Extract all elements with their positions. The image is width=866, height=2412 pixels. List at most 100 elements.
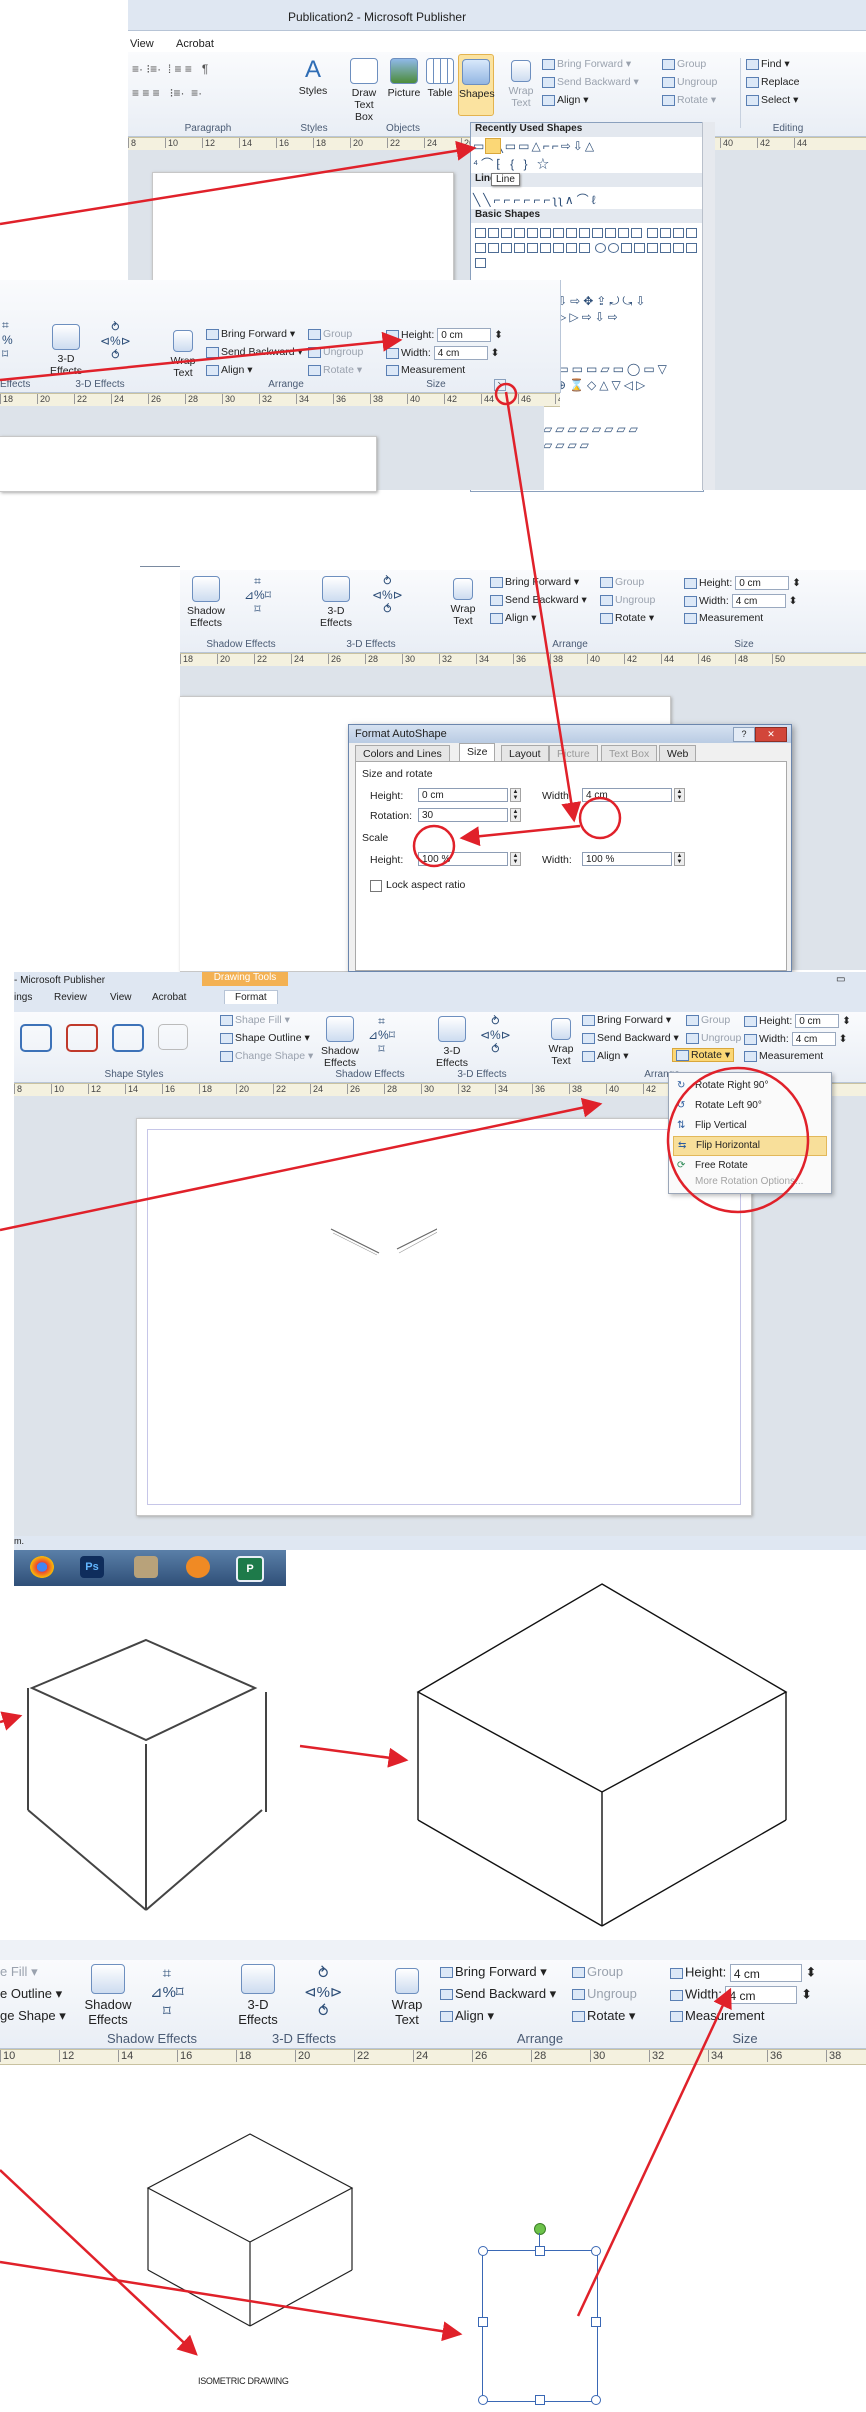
handle-bottom-center[interactable] [535,2395,545,2405]
width-field[interactable]: 4 cm [791,1032,836,1046]
rotate-button[interactable]: Rotate ▾ [572,2008,635,2024]
measurement-button[interactable]: Measurement [684,612,763,624]
table-button[interactable]: Table [424,58,456,99]
bring-forward-button[interactable]: Bring Forward ▾ [542,58,631,70]
width-field[interactable]: 4 cm [433,346,488,360]
publication-page[interactable] [152,172,454,294]
group-button[interactable]: Group [600,576,644,588]
tab-review[interactable]: Review [54,992,87,1003]
paragraph-controls-2[interactable]: ≡ ≡ ≡ ⁝≡· ≡· [132,86,202,100]
align-button[interactable]: Align ▾ [542,94,589,106]
3d-effects-button[interactable]: 3-D Effects [46,324,86,377]
ungroup-button[interactable]: Ungroup [686,1032,741,1044]
photoshop-icon[interactable]: Ps [80,1556,104,1578]
change-shape-button[interactable]: ge Shape ▾ [0,2008,66,2024]
send-backward-button[interactable]: Send Backward ▾ [490,594,587,606]
lines-row[interactable]: ╲╲⌐⌐⌐⌐⌐⌐ʅʅ∧⌒ℓ [473,191,599,208]
measurement-button[interactable]: Measurement [670,2008,764,2023]
measurement-button[interactable]: Measurement [744,1050,823,1062]
group-button[interactable]: Group [572,1964,623,1979]
handle-bottom-right[interactable] [591,2395,601,2405]
ungroup-button[interactable]: Ungroup [308,346,363,358]
group-button[interactable]: Group [308,328,352,340]
tab-text-box[interactable]: Text Box [601,745,658,762]
width-control[interactable]: Width: 4 cm ⬍ [670,1986,812,2004]
width-control[interactable]: Width: 4 cm ⬍ [684,594,797,608]
height-control[interactable]: Height: 4 cm ⬍ [670,1964,816,1982]
tab-web[interactable]: Web [659,745,697,762]
align-button[interactable]: Align ▾ [440,2008,494,2024]
rotate-button[interactable]: Rotate ▾ [600,612,654,624]
style-swatch-1[interactable] [20,1024,52,1052]
ungroup-button[interactable]: Ungroup [600,594,655,606]
change-shape-button[interactable]: Change Shape ▾ [220,1050,313,1062]
align-button[interactable]: Align ▾ [490,612,537,624]
shadow-nudge-controls[interactable]: ⌗ ⊿%⌑ ⌑ [368,1014,395,1056]
help-button[interactable]: ? [733,727,755,742]
shadow-effects-button[interactable]: Shadow Effects [186,576,226,629]
tab-view[interactable]: View [110,992,132,1003]
tab-colors-and-lines[interactable]: Colors and Lines [355,745,450,762]
width-control[interactable]: Width: 4 cm ⬍ [744,1032,847,1046]
tilt-controls[interactable]: ⥁ ⊲%⊳ ⥀ [372,574,403,616]
selected-square[interactable] [478,2223,601,2405]
height-field[interactable]: 4 cm [729,1964,802,1982]
minimize-icon[interactable]: ▭ [836,974,845,985]
tilt-controls[interactable]: ⥁ ⊲%⊳ ⥀ [100,320,131,362]
height-control[interactable]: Height: 0 cm ⬍ [744,1014,851,1028]
wrap-text-button[interactable]: Wrap Text [448,578,478,627]
style-swatch-3[interactable] [112,1024,144,1052]
send-backward-button[interactable]: Send Backward ▾ [440,1986,556,2002]
wrap-text-button[interactable]: Wrap Text [506,60,536,109]
width-control[interactable]: Width: 4 cm ⬍ [386,346,499,360]
handle-top-center[interactable] [535,2246,545,2256]
group-button[interactable]: Group [686,1014,730,1026]
tab-view[interactable]: View [130,38,154,50]
group-button[interactable]: Group [662,58,706,70]
send-backward-button[interactable]: Send Backward ▾ [542,76,639,88]
send-backward-button[interactable]: Send Backward ▾ [582,1032,679,1044]
height-field[interactable]: 0 cm [795,1014,840,1028]
3d-effects-button[interactable]: 3-D Effects [234,1964,282,2027]
rotation-spinner[interactable]: ▲ ▼ [510,808,521,822]
chrome-icon[interactable] [30,1556,54,1578]
rotate-button[interactable]: Rotate ▾ [662,94,716,106]
shadow-nudge-controls[interactable]: ⌗ ⊿%⌑ ⌑ [244,574,271,616]
width-spinner[interactable]: ▲ ▼ [674,788,685,802]
scale-height-spinner[interactable]: ▲ ▼ [510,852,521,866]
tilt-controls[interactable]: ⥁ ⊲%⊳ ⥀ [480,1014,511,1056]
ungroup-button[interactable]: Ungroup [572,1986,637,2001]
handle-middle-right[interactable] [591,2317,601,2327]
3d-effects-button[interactable]: 3-D Effects [432,1016,472,1069]
shape-fill-button[interactable]: Shape Fill ▾ [220,1014,290,1026]
bring-forward-button[interactable]: Bring Forward ▾ [440,1964,547,1980]
find-button[interactable]: Find ▾ [746,58,790,70]
tab-layout[interactable]: Layout [501,745,549,762]
shape-fill-button[interactable]: e Fill ▾ [0,1964,38,1980]
recent-shapes-row-2[interactable]: ⁴⌒⁅ { } ☆ [473,155,552,172]
shape-outline-button[interactable]: e Outline ▾ [0,1986,62,2002]
handle-bottom-left[interactable] [478,2395,488,2405]
publication-page[interactable] [136,1118,752,1516]
tab-ings[interactable]: ings [14,992,32,1003]
scale-height-input[interactable]: 100 % [418,852,508,866]
flip-horizontal-item[interactable]: ⇆ Flip Horizontal [673,1136,827,1156]
publication-page[interactable] [0,436,377,492]
shadow-nudge-controls[interactable]: ⌗ ⊿%⌑ ⌑ [150,1964,184,2021]
rotate-button[interactable]: Rotate ▾ [672,1048,735,1062]
media-icon[interactable] [186,1556,210,1578]
height-control[interactable]: Height: 0 cm ⬍ [684,576,801,590]
style-swatch-4[interactable] [158,1024,188,1050]
bring-forward-button[interactable]: Bring Forward ▾ [206,328,295,340]
more-rotation-options-item[interactable]: More Rotation Options... [673,1173,827,1191]
tab-acrobat[interactable]: Acrobat [176,38,214,50]
style-swatch-2[interactable] [66,1024,98,1052]
rotation-handle[interactable] [534,2223,546,2235]
handle-top-right[interactable] [591,2246,601,2256]
shadow-effects-button[interactable]: Shadow Effects [82,1964,134,2027]
rotate-left-90-item[interactable]: ↺ Rotate Left 90° [673,1097,827,1115]
width-field[interactable]: 4 cm [731,594,786,608]
align-button[interactable]: Align ▾ [206,364,253,376]
handle-middle-left[interactable] [478,2317,488,2327]
height-field[interactable]: 0 cm [735,576,790,590]
